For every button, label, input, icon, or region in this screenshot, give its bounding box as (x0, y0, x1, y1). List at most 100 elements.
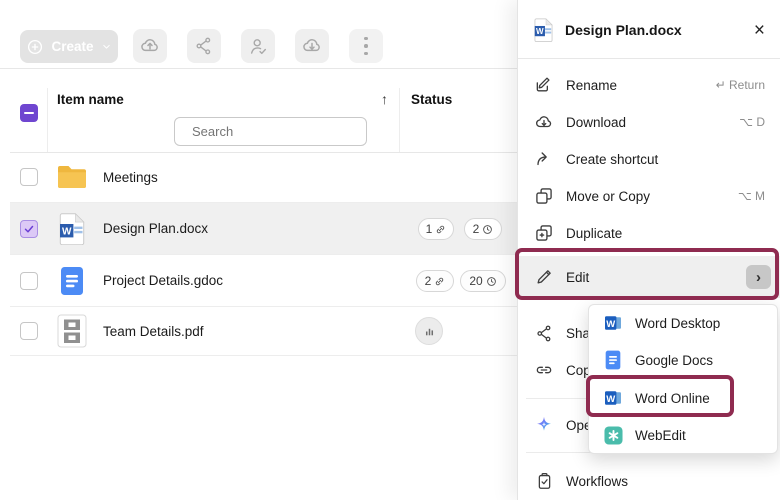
menu-item-duplicate[interactable]: Duplicate (518, 218, 780, 248)
menu-item-label: Edit (566, 270, 589, 285)
svg-text:W: W (536, 27, 544, 36)
share-icon (194, 36, 214, 56)
menu-item-rename[interactable]: Rename ↵ Return (518, 70, 780, 100)
pdf-preview-icon (54, 314, 90, 348)
recents-badge[interactable]: 2 (464, 218, 502, 240)
recents-badge[interactable]: 20 (460, 270, 506, 292)
google-docs-icon (603, 350, 623, 370)
shared-links-badge[interactable]: 1 (418, 218, 454, 240)
item-name-column-header[interactable]: Item name (57, 92, 124, 107)
table-row[interactable]: W Design Plan.docx 1 2 (10, 203, 517, 255)
badge-count: 1 (426, 222, 433, 236)
column-divider (47, 88, 48, 152)
edit-submenu-chevron[interactable]: › (746, 265, 771, 289)
submenu-item-label: Google Docs (635, 353, 713, 368)
chevron-down-icon (100, 40, 113, 53)
menu-item-label: Download (566, 115, 626, 130)
duplicate-icon (534, 223, 554, 243)
search-input[interactable] (190, 123, 370, 140)
insights-badge[interactable] (415, 317, 443, 345)
kebab-icon (364, 35, 368, 58)
shortcut-hint: ⌥ M (738, 189, 765, 203)
word-document-icon: W (534, 18, 553, 42)
menu-item-create-shortcut[interactable]: Create shortcut (518, 144, 780, 174)
create-button-label: Create (51, 39, 93, 54)
panel-divider (518, 58, 780, 59)
file-name: Team Details.pdf (103, 324, 204, 339)
folder-icon (54, 164, 90, 190)
menu-item-download[interactable]: Download ⌥ D (518, 107, 780, 137)
cloud-download-icon (534, 112, 554, 132)
cloud-upload-icon (139, 35, 161, 57)
submenu-item-google-docs[interactable]: Google Docs (589, 345, 777, 375)
download-button[interactable] (295, 29, 329, 63)
file-name: Project Details.gdoc (103, 273, 223, 288)
word-logo-icon: W (603, 388, 623, 408)
edit-pencil-icon (534, 267, 554, 287)
table-row[interactable]: Team Details.pdf (10, 307, 517, 356)
link-icon (534, 360, 554, 380)
menu-item-label: Duplicate (566, 226, 622, 241)
select-all-checkbox[interactable] (20, 104, 38, 122)
svg-text:W: W (606, 394, 615, 405)
webedit-icon (603, 425, 623, 445)
badge-count: 2 (425, 274, 432, 288)
upload-button[interactable] (133, 29, 167, 63)
status-column-header[interactable]: Status (411, 92, 452, 107)
table-row[interactable]: Meetings (10, 152, 517, 203)
clipboard-check-icon (534, 471, 554, 491)
user-check-icon (248, 36, 269, 57)
row-checkbox[interactable] (20, 322, 38, 340)
menu-item-label: Create shortcut (566, 152, 658, 167)
clock-icon (486, 276, 497, 287)
share-icon (534, 323, 554, 343)
search-box[interactable] (174, 117, 367, 146)
user-check-button[interactable] (241, 29, 275, 63)
shortcut-hint: ⌥ D (739, 115, 765, 129)
table-row[interactable]: Project Details.gdoc 2 20 (10, 255, 517, 307)
badge-count: 2 (473, 222, 480, 236)
plus-circle-icon (25, 37, 45, 57)
link-icon (435, 224, 446, 235)
close-icon[interactable]: × (754, 21, 765, 40)
sort-ascending-icon[interactable]: ↑ (381, 91, 388, 107)
badge-count: 20 (469, 274, 482, 288)
word-document-icon: W (54, 213, 90, 245)
move-copy-icon (534, 186, 554, 206)
svg-text:W: W (606, 319, 615, 330)
menu-item-label: Sha (566, 326, 590, 341)
checkmark-icon (23, 223, 35, 235)
sparkle-icon (534, 415, 554, 435)
link-icon (434, 276, 445, 287)
shared-links-badge[interactable]: 2 (416, 270, 454, 292)
row-checkbox[interactable] (20, 272, 38, 290)
edit-submenu: W Word Desktop Google Docs W Word Online… (588, 304, 778, 454)
create-button[interactable]: Create (20, 30, 118, 63)
cloud-download-icon (301, 35, 323, 57)
file-name: Meetings (103, 170, 158, 185)
word-logo-icon: W (603, 313, 623, 333)
submenu-item-label: Word Desktop (635, 316, 720, 331)
column-divider (399, 88, 400, 152)
rename-icon (534, 75, 554, 95)
menu-item-edit[interactable]: Edit (518, 262, 780, 292)
toolbar-divider (0, 68, 517, 69)
panel-title: Design Plan.docx (565, 22, 682, 38)
submenu-item-word-online[interactable]: W Word Online (589, 383, 777, 413)
panel-header: W Design Plan.docx × (518, 10, 780, 50)
row-checkbox[interactable] (20, 220, 38, 238)
menu-item-workflows[interactable]: Workflows (518, 466, 780, 496)
create-shortcut-icon (534, 149, 554, 169)
submenu-item-word-desktop[interactable]: W Word Desktop (589, 308, 777, 338)
menu-item-label: Rename (566, 78, 617, 93)
submenu-item-label: Word Online (635, 391, 710, 406)
menu-item-move-or-copy[interactable]: Move or Copy ⌥ M (518, 181, 780, 211)
submenu-item-webedit[interactable]: WebEdit (589, 420, 777, 450)
menu-item-label: Move or Copy (566, 189, 650, 204)
share-button[interactable] (187, 29, 221, 63)
row-checkbox[interactable] (20, 168, 38, 186)
app-window: Create Item name ↑ Status Meetings (0, 0, 780, 500)
more-options-button[interactable] (349, 29, 383, 63)
svg-text:W: W (62, 226, 72, 237)
submenu-item-label: WebEdit (635, 428, 686, 443)
